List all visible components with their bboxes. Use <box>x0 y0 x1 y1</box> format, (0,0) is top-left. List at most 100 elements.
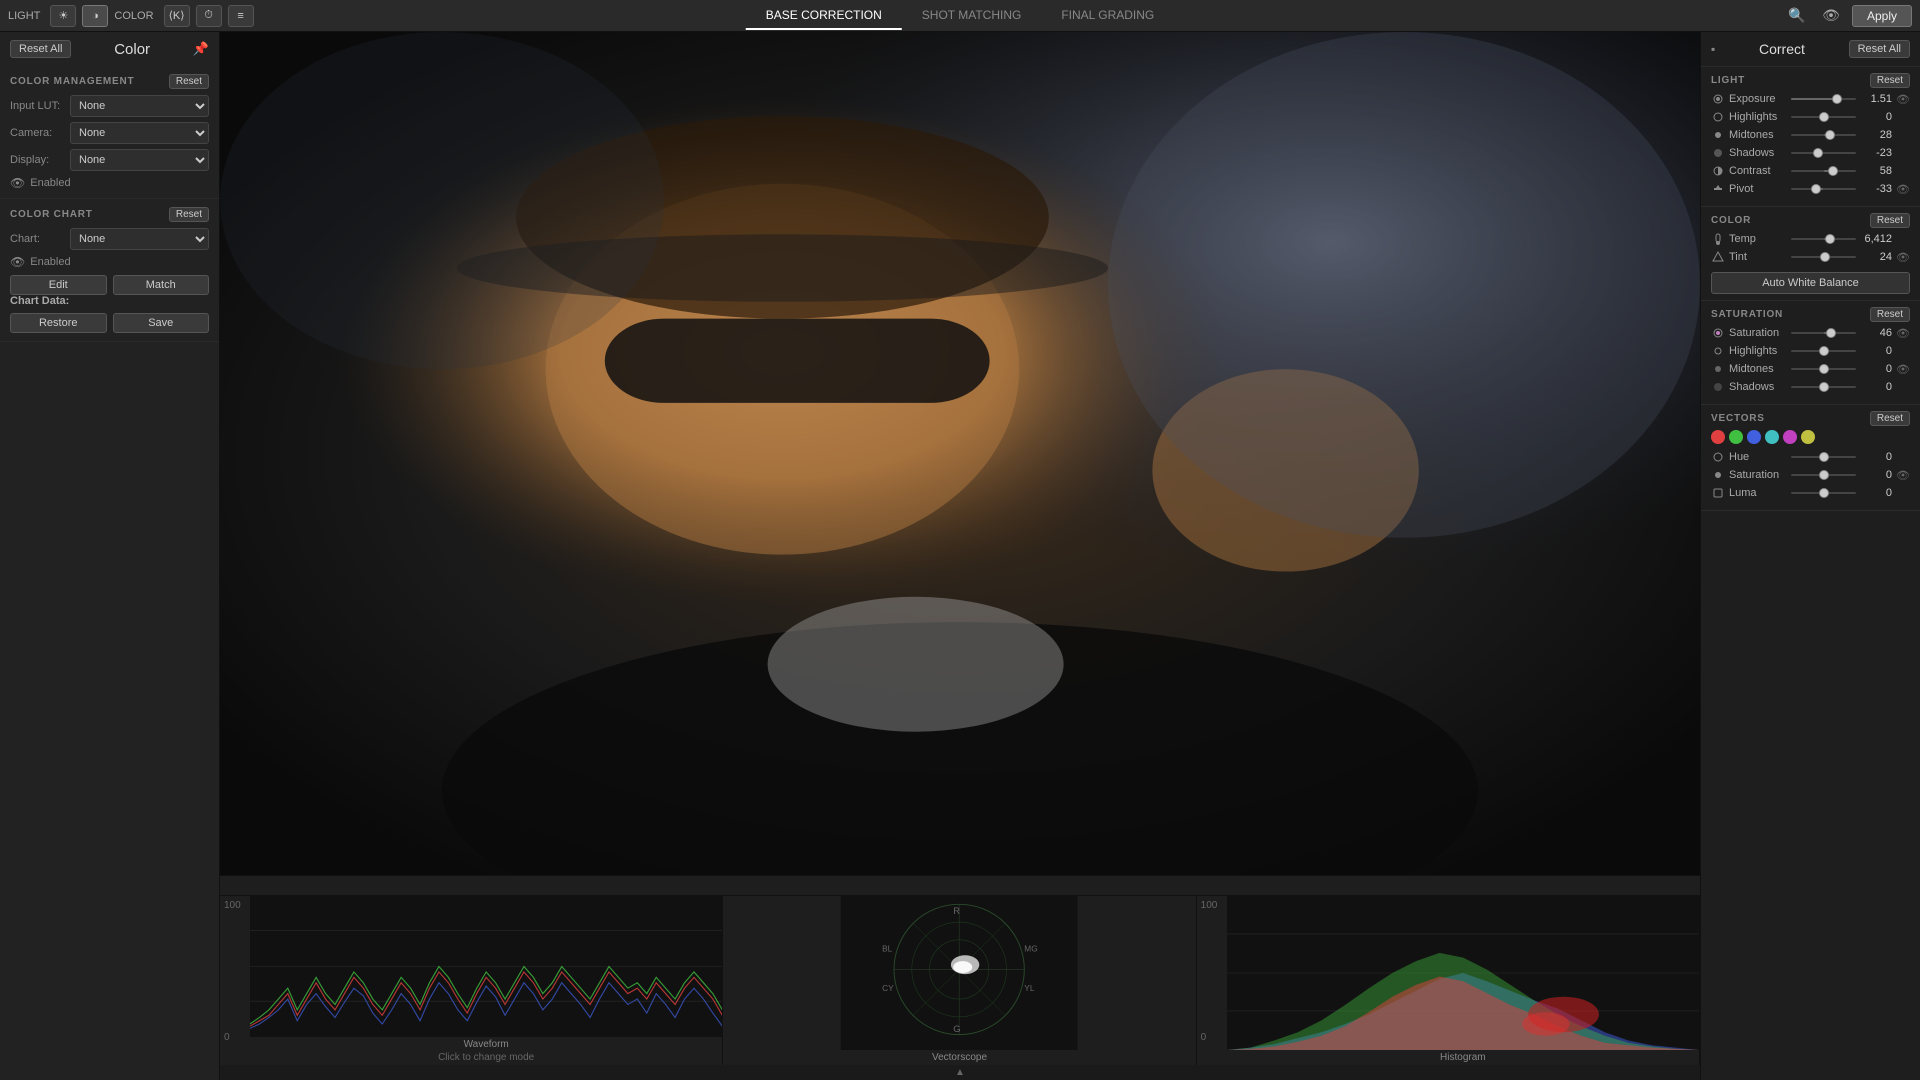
rp-reset-all-btn[interactable]: Reset All <box>1849 40 1910 58</box>
sat-highlights-row: Highlights 0 <box>1711 344 1910 358</box>
tint-icon <box>1711 250 1725 264</box>
exposure-label: Exposure <box>1729 93 1787 105</box>
rp-pin-icon: ▪ <box>1711 42 1715 56</box>
search-icon-btn[interactable]: 🔍 <box>1784 5 1810 27</box>
tint-row: Tint 24 👁 <box>1711 250 1910 264</box>
edit-match-row: Edit Match <box>10 275 209 295</box>
cm-eye-icon[interactable]: 👁 <box>10 176 25 190</box>
tint-eye-icon[interactable]: 👁 <box>1896 251 1910 264</box>
top-bar: LIGHT ☀ ◑ COLOR ⟨K⟩ ⏱ ≡ BASE CORRECTION … <box>0 0 1920 32</box>
waveform-y-high: 100 <box>224 900 241 911</box>
cc-eye-icon[interactable]: 👁 <box>10 255 25 269</box>
svg-text:G: G <box>954 1024 961 1035</box>
display-row: Display: None <box>10 149 209 171</box>
camera-label: Camera: <box>10 127 70 139</box>
waveform-scope[interactable] <box>250 896 722 1037</box>
cc-enabled-label: Enabled <box>30 256 70 268</box>
saturation-section-header: SATURATION Reset <box>1711 307 1910 322</box>
midtones-slider[interactable] <box>1791 128 1856 142</box>
exposure-eye-icon[interactable]: 👁 <box>1896 93 1910 106</box>
shadows-row: Shadows -23 <box>1711 146 1910 160</box>
temp-icon <box>1711 232 1725 246</box>
histogram-y-high: 100 <box>1201 900 1218 911</box>
vec-luma-slider[interactable] <box>1791 486 1856 500</box>
chart-row: Chart: None <box>10 228 209 250</box>
sat-icon <box>1711 326 1725 340</box>
auto-white-balance-btn[interactable]: Auto White Balance <box>1711 272 1910 294</box>
shadows-slider[interactable] <box>1791 146 1856 160</box>
pivot-slider[interactable] <box>1791 182 1856 196</box>
menu-icon-btn[interactable]: ≡ <box>228 5 254 27</box>
vec-sat-slider[interactable] <box>1791 468 1856 482</box>
midtones-row: Midtones 28 <box>1711 128 1910 142</box>
exposure-slider[interactable] <box>1791 92 1856 106</box>
clock-icon-btn[interactable]: ⏱ <box>196 5 222 27</box>
sat-shadows-slider[interactable] <box>1791 380 1856 394</box>
color-reset-btn[interactable]: Reset <box>1870 213 1910 228</box>
light-label: LIGHT <box>8 10 40 22</box>
match-button[interactable]: Match <box>113 275 210 295</box>
contrast-icon-btn[interactable]: ◑ <box>82 5 108 27</box>
eye-preview-btn[interactable]: 👁 <box>1818 5 1844 27</box>
sat-midtones-slider[interactable] <box>1791 362 1856 376</box>
reset-all-button[interactable]: Reset All <box>10 40 71 58</box>
color-chart-header: COLOR CHART Reset <box>10 207 209 222</box>
pivot-eye-icon[interactable]: 👁 <box>1896 183 1910 196</box>
sat-midtones-row: Midtones 0 👁 <box>1711 362 1910 376</box>
tab-base-correction[interactable]: BASE CORRECTION <box>746 2 902 30</box>
light-reset-btn[interactable]: Reset <box>1870 73 1910 88</box>
apply-button[interactable]: Apply <box>1852 5 1912 27</box>
vectors-cyan-dot[interactable] <box>1765 430 1779 444</box>
vectorscope-scope[interactable]: R MG YL G CY BL <box>723 896 1195 1050</box>
tint-slider[interactable] <box>1791 250 1856 264</box>
temp-slider[interactable] <box>1791 232 1856 246</box>
contrast-slider[interactable] <box>1791 164 1856 178</box>
tab-final-grading[interactable]: FINAL GRADING <box>1041 2 1174 30</box>
color-chart-section: COLOR CHART Reset Chart: None 👁 Enabled … <box>0 199 219 342</box>
sat-highlights-label: Highlights <box>1729 345 1787 357</box>
vectors-red-dot[interactable] <box>1711 430 1725 444</box>
palette-icon-btn[interactable]: ⟨K⟩ <box>164 5 190 27</box>
temp-value: 6,412 <box>1860 233 1892 245</box>
saturation-reset-btn[interactable]: Reset <box>1870 307 1910 322</box>
display-select[interactable]: None <box>70 149 209 171</box>
restore-button[interactable]: Restore <box>10 313 107 333</box>
tab-shot-matching[interactable]: SHOT MATCHING <box>902 2 1042 30</box>
vectors-blue-dot[interactable] <box>1747 430 1761 444</box>
chart-select[interactable]: None <box>70 228 209 250</box>
camera-select[interactable]: None <box>70 122 209 144</box>
save-button[interactable]: Save <box>113 313 210 333</box>
color-section-title: COLOR <box>1711 215 1751 226</box>
vectors-yellow-dot[interactable] <box>1801 430 1815 444</box>
vectors-reset-btn[interactable]: Reset <box>1870 411 1910 426</box>
vectors-magenta-dot[interactable] <box>1783 430 1797 444</box>
chevron-up-icon[interactable]: ▲ <box>955 1067 965 1078</box>
color-chart-reset-btn[interactable]: Reset <box>169 207 209 222</box>
vec-sat-eye-icon[interactable]: 👁 <box>1896 469 1910 482</box>
display-label: Display: <box>10 154 70 166</box>
sun-icon-btn[interactable]: ☀ <box>50 5 76 27</box>
highlights-slider[interactable] <box>1791 110 1856 124</box>
svg-text:CY: CY <box>882 983 894 993</box>
vec-hue-value: 0 <box>1860 451 1892 463</box>
input-lut-select[interactable]: None <box>70 95 209 117</box>
sat-highlights-slider[interactable] <box>1791 344 1856 358</box>
sat-midtones-eye-icon[interactable]: 👁 <box>1896 363 1910 376</box>
vec-sat-row: Saturation 0 👁 <box>1711 468 1910 482</box>
vectors-green-dot[interactable] <box>1729 430 1743 444</box>
color-title: Color <box>114 41 150 58</box>
color-management-reset-btn[interactable]: Reset <box>169 74 209 89</box>
sat-value: 46 <box>1860 327 1892 339</box>
shadows-icon <box>1711 146 1725 160</box>
shadows-value: -23 <box>1860 147 1892 159</box>
highlights-value: 0 <box>1860 111 1892 123</box>
sat-eye-icon[interactable]: 👁 <box>1896 327 1910 340</box>
vec-hue-slider[interactable] <box>1791 450 1856 464</box>
exposure-row: Exposure 1.51 👁 <box>1711 92 1910 106</box>
histogram-scope[interactable] <box>1227 896 1699 1050</box>
edit-button[interactable]: Edit <box>10 275 107 295</box>
sat-slider[interactable] <box>1791 326 1856 340</box>
color-chart-title: COLOR CHART <box>10 209 93 220</box>
vec-hue-label: Hue <box>1729 451 1787 463</box>
vec-luma-value: 0 <box>1860 487 1892 499</box>
